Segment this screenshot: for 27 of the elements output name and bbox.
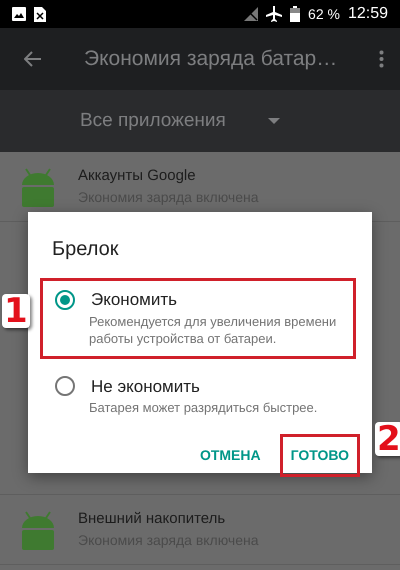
option-description: Батарея может разрядиться быстрее. xyxy=(89,399,318,417)
dialog-button[interactable]: ГОТОВО xyxy=(280,434,360,477)
android-icon xyxy=(20,166,56,206)
battery-icon xyxy=(290,6,300,22)
dialog-button[interactable]: ОТМЕНА xyxy=(188,434,272,477)
sim-card-icon xyxy=(34,6,46,22)
dialog-title: Брелок xyxy=(52,237,120,262)
filter-dropdown[interactable]: Все приложения xyxy=(80,106,226,136)
no-signal-icon xyxy=(244,7,258,21)
image-icon xyxy=(12,7,26,21)
more-options-icon[interactable] xyxy=(379,50,384,68)
option-label[interactable]: Экономить xyxy=(91,287,177,312)
app-name[interactable]: Внешний накопитель xyxy=(78,508,259,530)
app-name[interactable]: Аккаунты Google xyxy=(78,164,259,188)
radio-button[interactable] xyxy=(55,290,75,310)
annotation-number: 1 xyxy=(2,294,30,328)
clock: 12:59 xyxy=(348,4,388,24)
option-label[interactable]: Не экономить xyxy=(91,374,200,400)
battery-percent: 62 % xyxy=(308,4,340,24)
screen-title: Экономия заряда батар… xyxy=(84,46,338,72)
dropdown-caret-icon[interactable] xyxy=(268,118,280,124)
back-icon[interactable] xyxy=(24,51,42,67)
radio-button[interactable] xyxy=(55,376,75,396)
android-icon xyxy=(20,510,56,550)
option-description: Рекомендуется для увеличения времени работы устройства от батареи. xyxy=(89,312,338,348)
annotation-number: 2 xyxy=(375,422,400,456)
airplane-icon xyxy=(266,6,282,22)
